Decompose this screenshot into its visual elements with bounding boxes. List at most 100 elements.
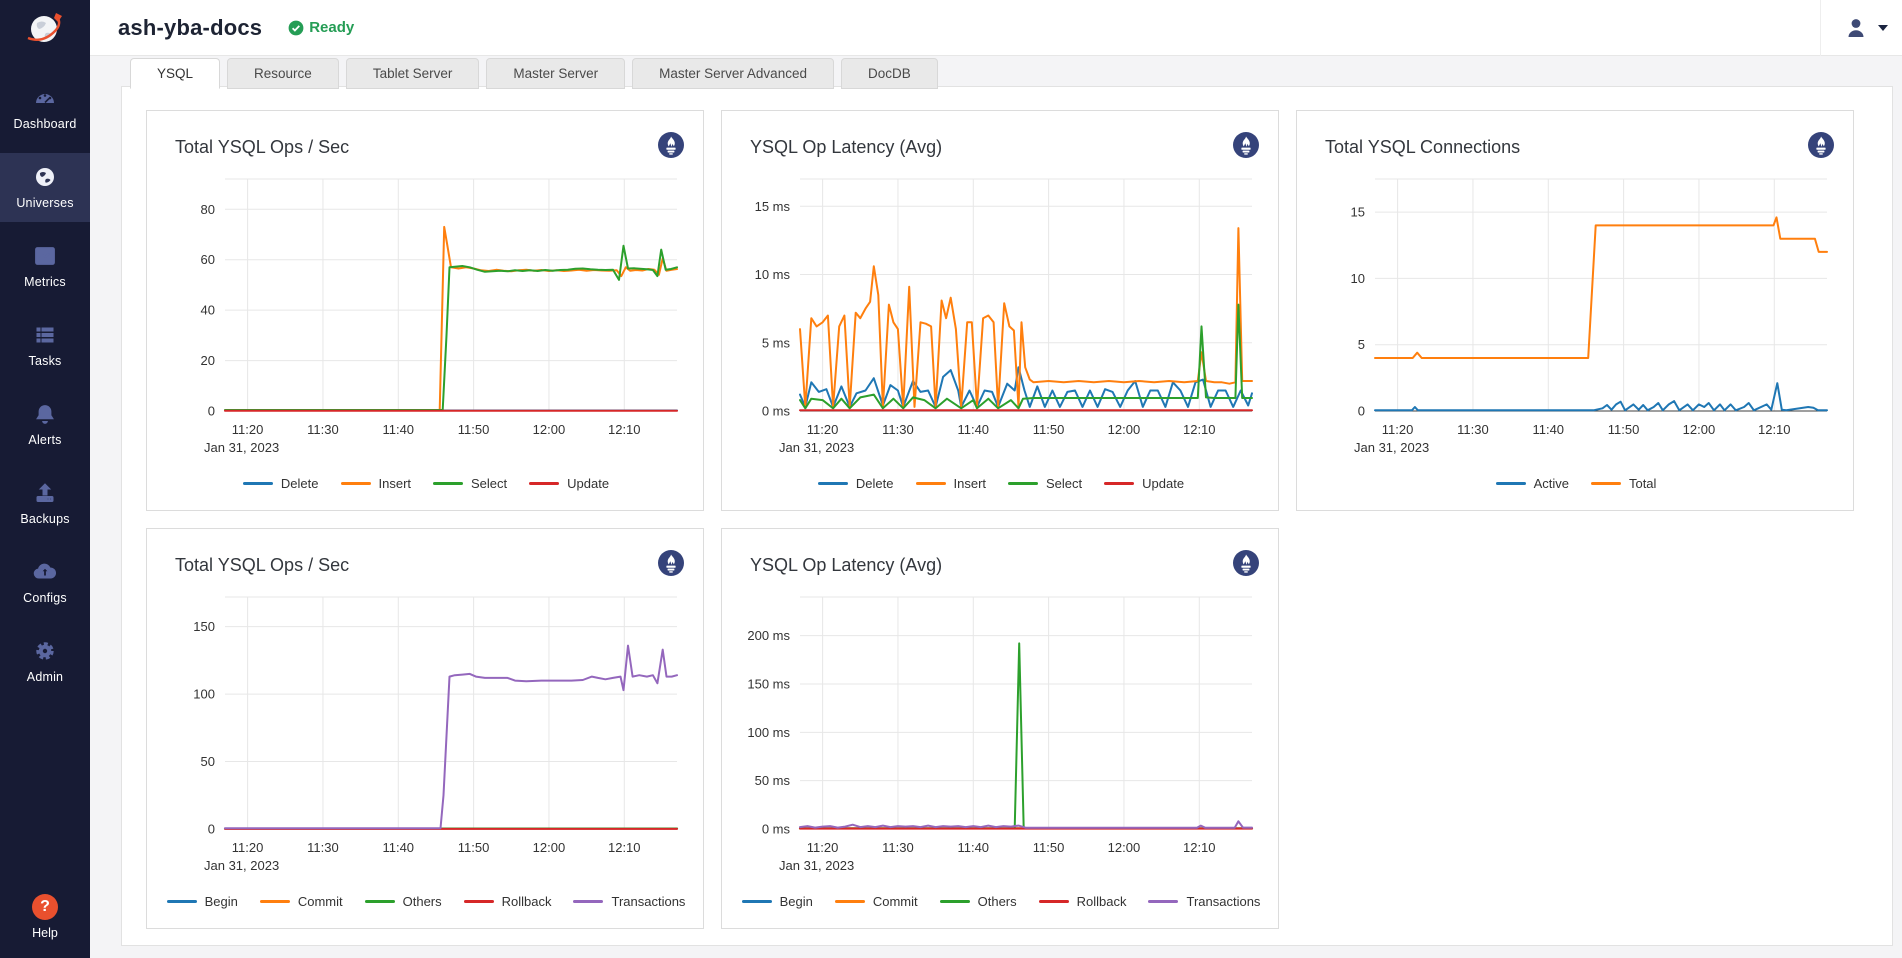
svg-text:12:00: 12:00	[1108, 422, 1141, 437]
tab-master-server[interactable]: Master Server	[486, 58, 625, 89]
chart-svg: 0 ms5 ms10 ms15 ms11:2011:3011:4011:5012…	[742, 161, 1262, 461]
sidebar-item-dashboard[interactable]: Dashboard	[0, 74, 90, 143]
legend-item-update[interactable]: Update	[529, 476, 609, 491]
svg-text:12:00: 12:00	[1108, 840, 1141, 855]
legend-item-rollback[interactable]: Rollback	[1039, 894, 1127, 909]
legend-item-commit[interactable]: Commit	[260, 894, 343, 909]
legend-item-transactions[interactable]: Transactions	[573, 894, 685, 909]
legend-swatch	[818, 482, 848, 486]
legend-item-select[interactable]: Select	[1008, 476, 1082, 491]
sidebar-item-admin[interactable]: Admin	[0, 627, 90, 696]
svg-text:200 ms: 200 ms	[747, 628, 790, 643]
legend-label: Transactions	[1186, 894, 1260, 909]
legend-swatch	[1591, 482, 1621, 486]
svg-text:11:40: 11:40	[957, 422, 989, 437]
legend-item-begin[interactable]: Begin	[742, 894, 813, 909]
legend-item-update[interactable]: Update	[1104, 476, 1184, 491]
legend-item-others[interactable]: Others	[365, 894, 442, 909]
svg-text:0 ms: 0 ms	[762, 822, 791, 837]
svg-text:0: 0	[208, 404, 215, 419]
user-menu-button[interactable]	[1821, 15, 1902, 41]
sidebar-item-label: Alerts	[28, 433, 61, 447]
svg-text:11:30: 11:30	[307, 422, 339, 437]
chart-svg: 02040608011:2011:3011:4011:5012:0012:10J…	[167, 161, 687, 461]
legend-item-others[interactable]: Others	[940, 894, 1017, 909]
legend-item-delete[interactable]: Delete	[243, 476, 319, 491]
legend-item-total[interactable]: Total	[1591, 476, 1656, 491]
tab-resource[interactable]: Resource	[227, 58, 339, 89]
chart-svg: 05010015011:2011:3011:4011:5012:0012:10J…	[167, 579, 687, 879]
svg-text:11:40: 11:40	[957, 840, 989, 855]
legend-label: Begin	[205, 894, 238, 909]
help-icon: ?	[32, 894, 58, 920]
svg-text:12:10: 12:10	[1183, 840, 1216, 855]
svg-text:10: 10	[1351, 271, 1365, 286]
tab-ysql[interactable]: YSQL	[130, 58, 220, 89]
sidebar-item-tasks[interactable]: Tasks	[0, 311, 90, 380]
prometheus-icon[interactable]	[657, 131, 685, 159]
svg-text:11:20: 11:20	[1382, 422, 1414, 437]
legend-item-active[interactable]: Active	[1496, 476, 1569, 491]
tab-docdb[interactable]: DocDB	[841, 58, 938, 89]
svg-text:5 ms: 5 ms	[762, 335, 791, 350]
prometheus-icon[interactable]	[1232, 131, 1260, 159]
svg-text:Jan 31, 2023: Jan 31, 2023	[204, 440, 279, 455]
legend-swatch	[260, 900, 290, 904]
legend-item-insert[interactable]: Insert	[916, 476, 987, 491]
chart-legend: Delete Insert Select Update	[167, 476, 685, 491]
check-circle-icon	[288, 20, 304, 36]
legend-label: Begin	[780, 894, 813, 909]
chart-legend: Begin Commit Others Rollback Transactions	[742, 894, 1260, 909]
svg-text:Jan 31, 2023: Jan 31, 2023	[779, 440, 854, 455]
legend-swatch	[835, 900, 865, 904]
svg-text:60: 60	[201, 252, 215, 267]
sidebar-item-help[interactable]: ? Help	[0, 884, 90, 958]
metrics-tabstrip: YSQL Resource Tablet Server Master Serve…	[90, 57, 1902, 88]
prometheus-icon[interactable]	[657, 549, 685, 577]
svg-text:11:50: 11:50	[1033, 422, 1065, 437]
sidebar-item-configs[interactable]: Configs	[0, 548, 90, 617]
legend-swatch	[433, 482, 463, 486]
legend-label: Total	[1629, 476, 1656, 491]
svg-text:11:40: 11:40	[1532, 422, 1564, 437]
svg-text:12:10: 12:10	[608, 840, 641, 855]
backups-upload-icon	[32, 480, 58, 506]
svg-text:11:40: 11:40	[382, 422, 414, 437]
legend-label: Delete	[281, 476, 319, 491]
universe-title: ash-yba-docs	[118, 15, 262, 41]
sidebar-item-universes[interactable]: Universes	[0, 153, 90, 222]
legend-item-commit[interactable]: Commit	[835, 894, 918, 909]
svg-text:15 ms: 15 ms	[755, 199, 791, 214]
prometheus-icon[interactable]	[1232, 549, 1260, 577]
svg-text:20: 20	[201, 353, 215, 368]
sidebar-item-label: Help	[32, 926, 58, 940]
svg-text:11:20: 11:20	[232, 422, 264, 437]
chart-title: Total YSQL Connections	[1317, 131, 1520, 158]
legend-label: Others	[403, 894, 442, 909]
sidebar-item-backups[interactable]: Backups	[0, 469, 90, 538]
svg-text:11:50: 11:50	[458, 422, 490, 437]
legend-label: Select	[471, 476, 507, 491]
prometheus-icon[interactable]	[1807, 131, 1835, 159]
tab-master-server-advanced[interactable]: Master Server Advanced	[632, 58, 834, 89]
tab-tablet-server[interactable]: Tablet Server	[346, 58, 480, 89]
sidebar-item-alerts[interactable]: Alerts	[0, 390, 90, 459]
legend-item-delete[interactable]: Delete	[818, 476, 894, 491]
sidebar-item-label: Tasks	[29, 354, 62, 368]
chart-title: YSQL Op Latency (Avg)	[742, 131, 942, 158]
svg-text:150: 150	[193, 619, 215, 634]
legend-item-select[interactable]: Select	[433, 476, 507, 491]
legend-swatch	[916, 482, 946, 486]
legend-item-rollback[interactable]: Rollback	[464, 894, 552, 909]
svg-text:11:20: 11:20	[807, 422, 839, 437]
sidebar-item-label: Admin	[27, 670, 63, 684]
yugabyte-logo[interactable]	[0, 0, 90, 56]
svg-text:40: 40	[201, 303, 215, 318]
legend-item-begin[interactable]: Begin	[167, 894, 238, 909]
series-line-others	[800, 643, 1252, 828]
sidebar-item-metrics[interactable]: Metrics	[0, 232, 90, 301]
alerts-bell-icon	[32, 401, 58, 427]
chart-title: Total YSQL Ops / Sec	[167, 131, 349, 158]
legend-item-insert[interactable]: Insert	[341, 476, 412, 491]
legend-item-transactions[interactable]: Transactions	[1148, 894, 1260, 909]
